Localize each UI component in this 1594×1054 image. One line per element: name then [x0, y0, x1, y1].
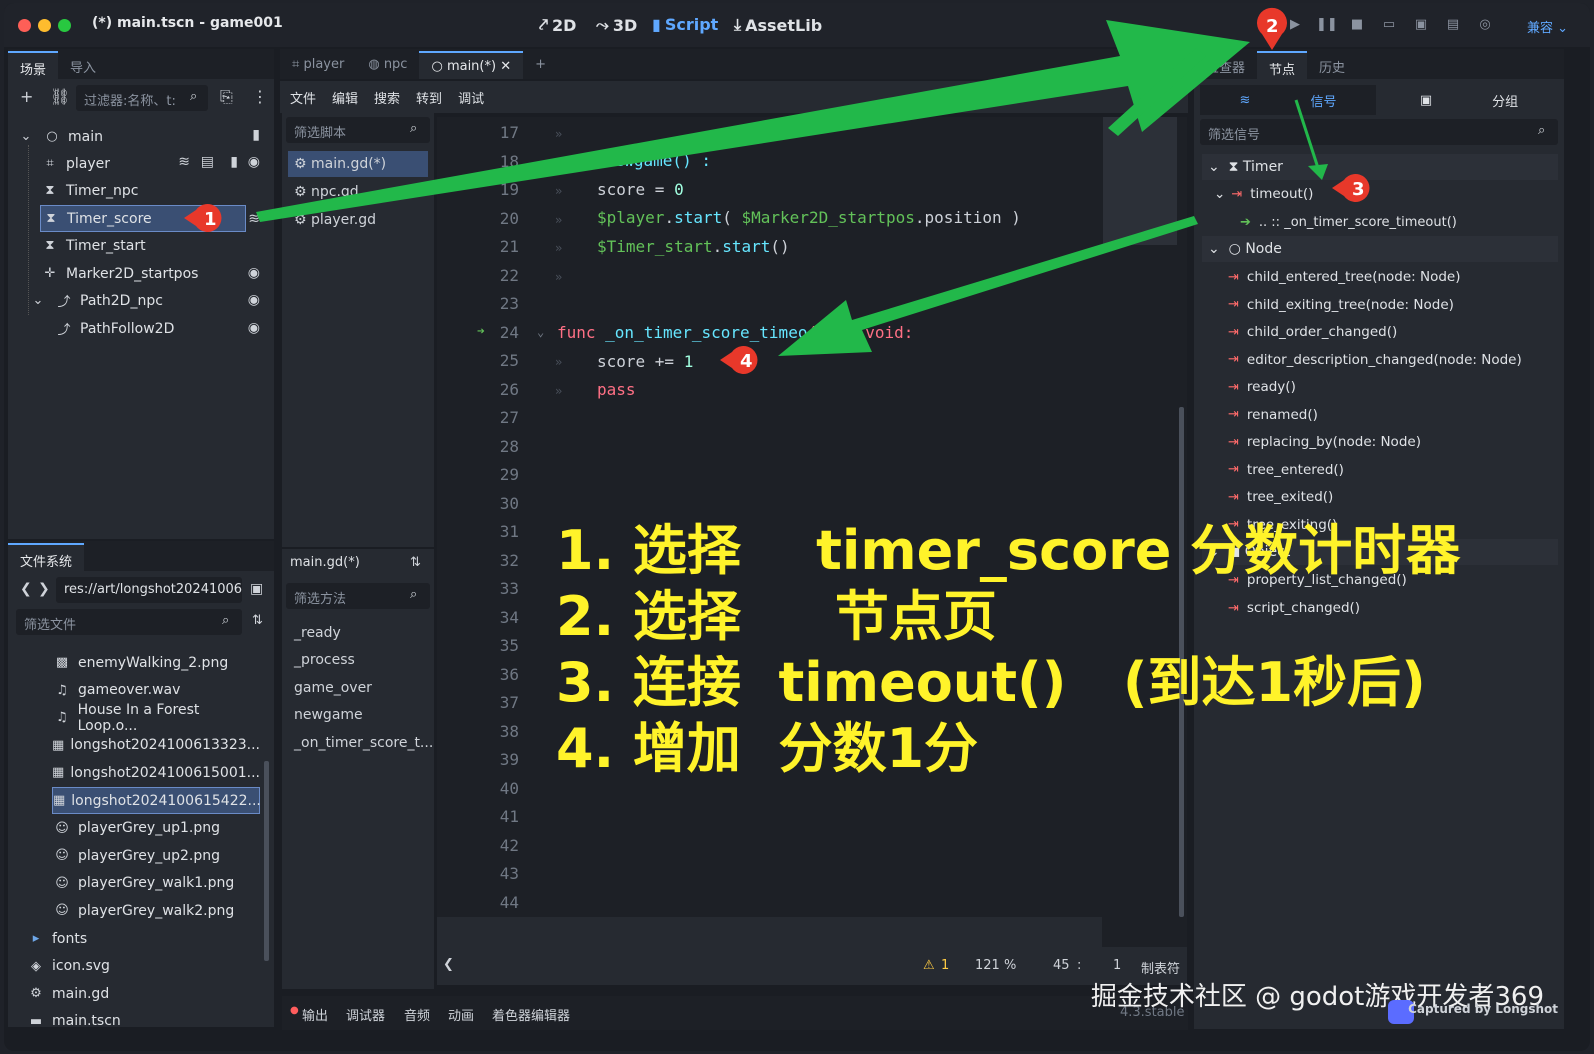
badge-3: 3: [1330, 170, 1372, 206]
arrow-2-to-3-head: [1308, 164, 1328, 180]
badge-2: 2: [1252, 6, 1294, 50]
badge-shape: 3: [1332, 174, 1370, 202]
captured-label: Captured by Longshot: [1408, 1002, 1558, 1016]
badge-4: 4: [718, 342, 760, 378]
badge-number: 2: [1266, 16, 1279, 37]
badge-shape: 4: [720, 346, 758, 374]
badge-shape: 1: [184, 204, 222, 232]
badge-1: 1: [180, 200, 222, 236]
arrow-3-to-4: [778, 216, 1198, 356]
arrow-1-to-2: [256, 20, 1250, 222]
annotation-line-4: 4. 增加 分数1分: [556, 717, 979, 780]
badge-number: 3: [1352, 179, 1365, 200]
badge-number: 1: [204, 209, 217, 230]
arrow-2-to-3: [1294, 99, 1320, 169]
badge-number: 4: [740, 351, 753, 372]
badge-shape: 2: [1257, 7, 1287, 50]
